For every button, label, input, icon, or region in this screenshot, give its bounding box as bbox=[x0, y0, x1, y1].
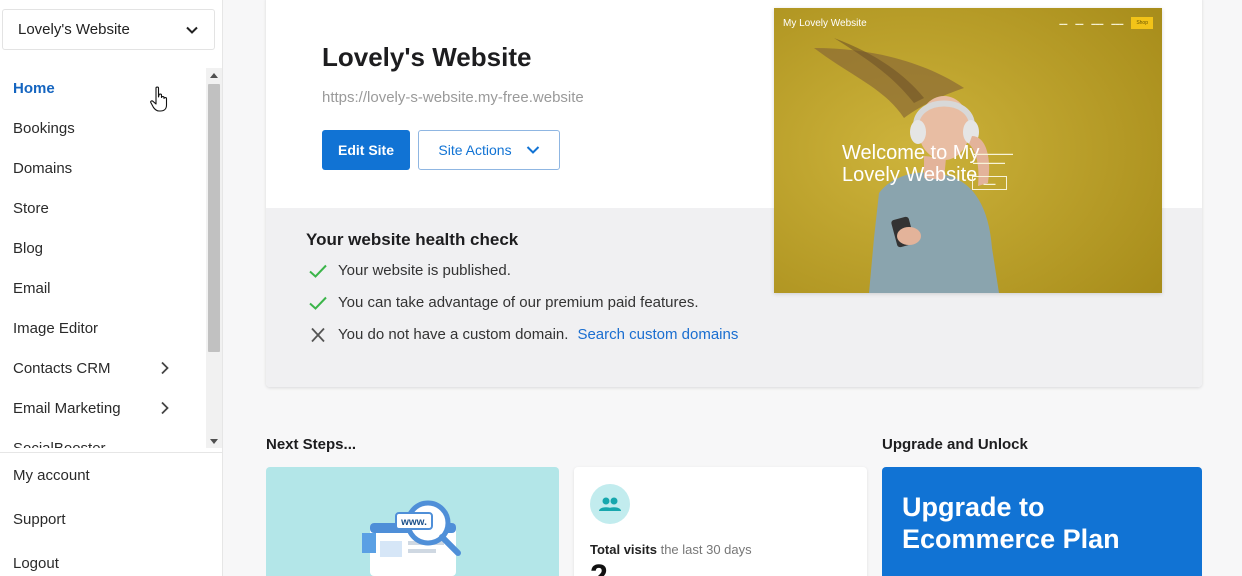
sidebar-item-blog[interactable]: Blog bbox=[0, 228, 206, 268]
users-icon bbox=[590, 484, 630, 524]
site-actions-button[interactable]: Site Actions bbox=[418, 130, 560, 170]
visits-count: 2 bbox=[590, 558, 608, 576]
sidebar-item-label: SocialBooster bbox=[13, 439, 106, 449]
preview-menu-item: ▬▬▬ bbox=[1111, 20, 1124, 26]
sidebar-bottom-nav: My account Support Logout bbox=[0, 453, 222, 576]
chevron-down-icon bbox=[186, 26, 198, 34]
health-check-text: You do not have a custom domain. bbox=[338, 326, 569, 343]
sidebar: Lovely's Website Home Bookings Domains S… bbox=[0, 0, 223, 576]
health-check-item: You do not have a custom domain. Search … bbox=[308, 326, 738, 343]
sidebar-item-label: Store bbox=[13, 199, 49, 217]
chevron-down-icon bbox=[526, 146, 539, 154]
sidebar-item-label: Bookings bbox=[13, 119, 75, 137]
domain-illustration: www. bbox=[362, 500, 461, 576]
sidebar-item-my-account[interactable]: My account bbox=[0, 453, 222, 497]
sidebar-item-socialbooster[interactable]: SocialBooster bbox=[0, 428, 206, 449]
scroll-thumb[interactable] bbox=[208, 84, 220, 352]
preview-side-button: ▬▬▬ bbox=[972, 176, 1007, 190]
website-preview-thumbnail[interactable]: My Lovely Website ▬▬ ▬▬ ▬▬▬ ▬▬▬ Shop Wel… bbox=[774, 8, 1162, 293]
visits-period: the last 30 days bbox=[660, 542, 752, 557]
sidebar-scrollbar[interactable] bbox=[206, 68, 222, 448]
health-check-text: Your website is published. bbox=[338, 262, 511, 279]
www-label: www. bbox=[400, 517, 427, 528]
visits-label: Total visits the last 30 days bbox=[590, 542, 752, 557]
visits-title: Total visits bbox=[590, 542, 657, 557]
health-check-item: Your website is published. bbox=[308, 262, 511, 279]
preview-menu-item: ▬▬ bbox=[1075, 20, 1084, 26]
sidebar-item-label: Image Editor bbox=[13, 319, 99, 337]
sidebar-item-domains[interactable]: Domains bbox=[0, 148, 206, 188]
checkmark-icon bbox=[309, 296, 327, 310]
preview-menu-item: ▬▬▬ bbox=[1091, 20, 1104, 26]
sidebar-item-email-marketing[interactable]: Email Marketing bbox=[0, 388, 206, 428]
upgrade-section-title: Upgrade and Unlock bbox=[882, 436, 1028, 453]
sidebar-item-label: Contacts CRM bbox=[13, 359, 111, 377]
health-check-text: You can take advantage of our premium pa… bbox=[338, 294, 699, 311]
sidebar-item-store[interactable]: Store bbox=[0, 188, 206, 228]
chevron-right-icon bbox=[161, 401, 169, 415]
health-check-title: Your website health check bbox=[306, 230, 519, 249]
sidebar-item-label: Domains bbox=[13, 159, 73, 177]
preview-brand: My Lovely Website bbox=[783, 17, 867, 29]
checkmark-icon bbox=[309, 264, 327, 278]
upgrade-card[interactable]: Upgrade to Ecommerce Plan bbox=[882, 467, 1202, 576]
preview-welcome-text: Welcome to My Lovely Website bbox=[842, 142, 980, 186]
search-custom-domains-link[interactable]: Search custom domains bbox=[577, 326, 738, 343]
sidebar-item-logout[interactable]: Logout bbox=[0, 541, 222, 576]
preview-side-text: ▬▬▬▬▬▬▬▬▬▬ ▬▬▬▬▬▬▬▬ bbox=[973, 151, 1013, 165]
site-selector[interactable]: Lovely's Website bbox=[2, 9, 215, 50]
preview-menu-item: ▬▬ bbox=[1059, 20, 1068, 26]
next-steps-title: Next Steps... bbox=[266, 436, 357, 453]
site-url[interactable]: https://lovely-s-website.my-free.website bbox=[322, 89, 584, 106]
site-actions-label: Site Actions bbox=[438, 142, 512, 158]
preview-cta-button: Shop bbox=[1131, 17, 1153, 29]
sidebar-item-home[interactable]: Home bbox=[0, 68, 206, 108]
hand-cursor-icon bbox=[150, 86, 168, 112]
scroll-up-icon[interactable] bbox=[206, 68, 222, 82]
chevron-right-icon bbox=[161, 361, 169, 375]
sidebar-item-email[interactable]: Email bbox=[0, 268, 206, 308]
site-title: Lovely's Website bbox=[322, 42, 532, 72]
preview-menu: ▬▬ ▬▬ ▬▬▬ ▬▬▬ Shop bbox=[1059, 17, 1153, 29]
sidebar-item-support[interactable]: Support bbox=[0, 497, 222, 541]
sidebar-item-bookings[interactable]: Bookings bbox=[0, 108, 206, 148]
sidebar-item-contacts-crm[interactable]: Contacts CRM bbox=[0, 348, 206, 388]
health-check-item: You can take advantage of our premium pa… bbox=[308, 294, 699, 311]
sidebar-item-label: Email Marketing bbox=[13, 399, 121, 417]
scroll-down-icon[interactable] bbox=[206, 434, 222, 448]
edit-site-button[interactable]: Edit Site bbox=[322, 130, 410, 170]
sidebar-nav: Home Bookings Domains Store Blog Email I… bbox=[0, 68, 206, 448]
domain-promo-card[interactable]: www. bbox=[266, 467, 559, 576]
total-visits-card[interactable]: Total visits the last 30 days 2 bbox=[574, 467, 867, 576]
close-icon bbox=[311, 327, 325, 342]
upgrade-card-title: Upgrade to Ecommerce Plan bbox=[902, 492, 1120, 554]
sidebar-item-label: Home bbox=[13, 79, 55, 97]
sidebar-item-label: Blog bbox=[13, 239, 44, 257]
sidebar-item-label: Email bbox=[13, 279, 51, 297]
sidebar-item-image-editor[interactable]: Image Editor bbox=[0, 308, 206, 348]
preview-header: My Lovely Website ▬▬ ▬▬ ▬▬▬ ▬▬▬ Shop bbox=[774, 8, 1162, 38]
site-selector-label: Lovely's Website bbox=[18, 21, 130, 38]
